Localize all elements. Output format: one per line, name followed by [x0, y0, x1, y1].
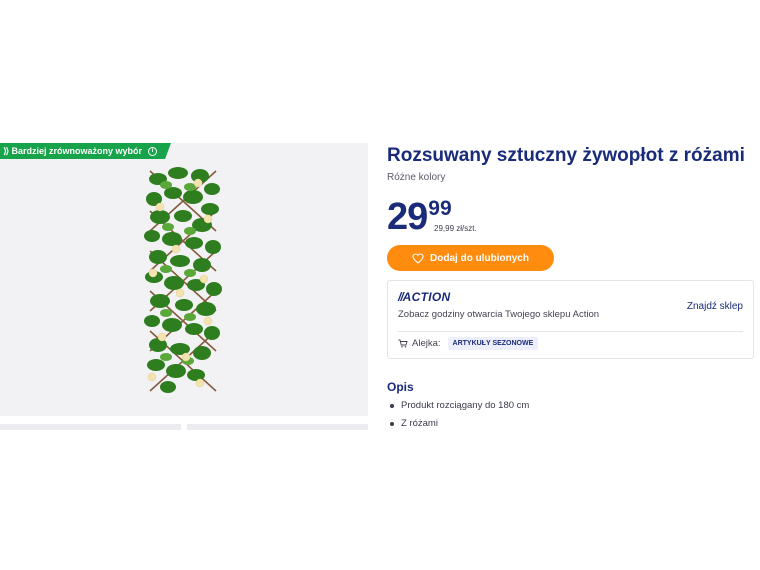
product-title: Rozsuwany sztuczny żywopłot z różami — [387, 145, 745, 166]
description-heading: Opis — [387, 380, 414, 394]
list-item: Produkt rozciągany do 180 cm — [390, 400, 529, 418]
aisle-label: Alejka: — [412, 338, 441, 349]
action-logo: //ACTION — [398, 290, 451, 304]
price-integer: 29 — [387, 196, 428, 238]
badge-label: Bardziej zrównoważony wybór — [11, 146, 143, 156]
info-icon[interactable]: i — [148, 147, 157, 156]
product-image — [144, 167, 222, 393]
thumbnail[interactable] — [187, 424, 368, 430]
aisle-info: Alejka: ARTYKUŁY SEZONOWE — [398, 337, 539, 350]
thumbnail-strip — [0, 424, 368, 430]
store-info-box: //ACTION Znajdź sklep Zobacz godziny otw… — [387, 280, 754, 359]
sustainable-choice-badge[interactable]: ⟫ Bardziej zrównoważony wybór i — [0, 143, 171, 159]
product-subtitle: Różne kolory — [387, 172, 446, 183]
action-logo-text: ACTION — [402, 290, 451, 304]
add-to-favorites-label: Dodaj do ulubionych — [430, 252, 529, 264]
unit-price: 29,99 zł/szt. — [434, 224, 477, 233]
find-store-link[interactable]: Znajdź sklep — [687, 301, 743, 312]
description-list: Produkt rozciągany do 180 cm Z różami — [390, 400, 529, 436]
divider — [398, 331, 743, 332]
add-to-favorites-button[interactable]: Dodaj do ulubionych — [387, 245, 554, 271]
heart-icon — [412, 252, 424, 264]
aisle-badge: ARTYKUŁY SEZONOWE — [447, 337, 539, 350]
product-image-gallery[interactable]: ⟫ Bardziej zrównoważony wybór i — [0, 143, 368, 416]
list-item: Z różami — [390, 418, 529, 436]
cart-icon — [398, 339, 408, 348]
sustainable-icon: ⟫ — [3, 145, 8, 156]
thumbnail[interactable] — [0, 424, 181, 430]
store-hours-link[interactable]: Zobacz godziny otwarcia Twojego sklepu A… — [398, 309, 599, 320]
